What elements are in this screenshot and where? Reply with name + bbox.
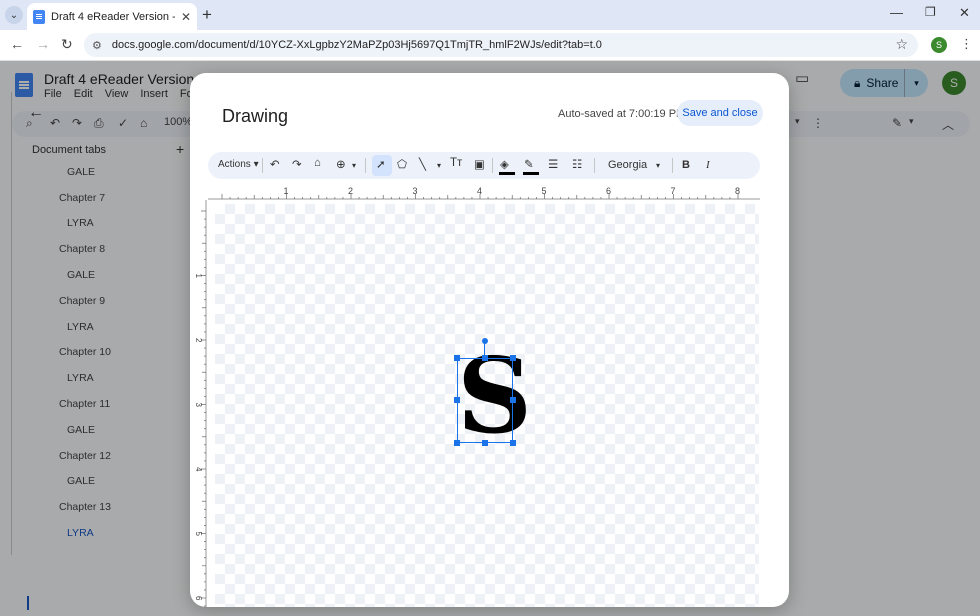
horizontal-ruler: 1 2 3 4 5 6 7 8 xyxy=(208,186,760,200)
save-and-close-button[interactable]: Save and close xyxy=(677,100,763,126)
italic-button[interactable]: I xyxy=(706,159,710,171)
bookmark-star-icon[interactable]: ☆ xyxy=(895,36,908,53)
line-chevron-icon[interactable]: ▾ xyxy=(437,161,441,170)
ruler-label: 3 xyxy=(194,403,203,408)
horizontal-ruler-svg: 1 2 3 4 5 6 7 8 xyxy=(208,186,760,200)
paint-format-icon[interactable]: ⌂ xyxy=(314,157,321,169)
new-tab-icon[interactable]: + xyxy=(202,5,212,25)
browser-tab[interactable]: Draft 4 eReader Version - Goog ✕ xyxy=(27,3,197,30)
ruler-label: 2 xyxy=(348,186,353,196)
image-icon[interactable]: ▣ xyxy=(474,157,485,171)
resize-handle-ne[interactable] xyxy=(510,355,516,361)
autosave-status: Auto-saved at 7:00:19 PM xyxy=(558,108,686,120)
url-text: docs.google.com/document/d/10YCZ-XxLgpbz… xyxy=(111,39,602,51)
undo-icon[interactable]: ↶ xyxy=(270,157,280,171)
actions-label: Actions xyxy=(218,159,251,170)
drawing-dialog: Drawing Auto-saved at 7:00:19 PM Save an… xyxy=(190,73,789,607)
window-close-icon[interactable]: ✕ xyxy=(959,5,970,21)
fill-color-swatch xyxy=(499,172,515,175)
actions-menu[interactable]: Actions ▾ xyxy=(218,159,259,170)
resize-handle-sw[interactable] xyxy=(454,440,460,446)
fill-color-icon[interactable]: ◈ xyxy=(500,157,509,171)
resize-handle-w[interactable] xyxy=(454,397,460,403)
resize-handle-s[interactable] xyxy=(482,440,488,446)
font-chevron-icon[interactable]: ▾ xyxy=(656,161,660,170)
toolbar-divider xyxy=(262,158,263,173)
minimize-icon[interactable]: — xyxy=(890,5,903,20)
ruler-label: 4 xyxy=(194,467,203,472)
toolbar-divider xyxy=(672,158,673,173)
tab-title: Draft 4 eReader Version - Goog xyxy=(51,10,175,23)
text-shape[interactable]: S xyxy=(454,338,532,448)
resize-handle-e[interactable] xyxy=(510,397,516,403)
site-info-icon[interactable]: ⚙ xyxy=(92,39,102,52)
toolbar-divider xyxy=(594,158,595,173)
line-icon[interactable]: ╲ xyxy=(419,157,426,171)
redo-icon[interactable]: ↷ xyxy=(292,157,302,171)
toolbar-divider xyxy=(365,158,366,173)
border-dash-icon[interactable]: ☷ xyxy=(572,157,582,171)
browser-profile-avatar[interactable]: S xyxy=(931,37,947,53)
docs-favicon-icon xyxy=(33,9,45,24)
selection-box xyxy=(457,358,513,443)
ruler-label: 1 xyxy=(194,274,203,279)
zoom-icon[interactable]: ⊕ xyxy=(336,157,346,171)
browser-menu-icon[interactable]: ⋮ xyxy=(960,36,973,52)
ruler-label: 5 xyxy=(542,186,547,196)
resize-handle-se[interactable] xyxy=(510,440,516,446)
ruler-label: 3 xyxy=(413,186,418,196)
cursor-icon: ➚ xyxy=(376,159,386,171)
drawing-toolbar: Actions ▾ ↶ ↷ ⌂ ⊕ ▾ ➚ ⬠ ╲ ▾ Tт ▣ ◈ ✎ ☰ ☷… xyxy=(208,152,760,179)
ruler-label: 4 xyxy=(477,186,482,196)
tab-search-icon[interactable]: ⌄ xyxy=(5,6,23,24)
border-weight-icon[interactable]: ☰ xyxy=(548,157,558,171)
border-color-icon[interactable]: ✎ xyxy=(524,157,534,171)
bold-button[interactable]: B xyxy=(682,159,690,171)
ruler-label: 8 xyxy=(735,186,740,196)
ruler-label: 7 xyxy=(671,186,676,196)
font-select[interactable]: Georgia xyxy=(608,159,647,171)
ruler-label: 6 xyxy=(194,596,203,601)
browser-tabstrip: ⌄ Draft 4 eReader Version - Goog ✕ + — ❐… xyxy=(0,0,980,30)
ruler-label: 2 xyxy=(194,338,203,343)
resize-handle-nw[interactable] xyxy=(454,355,460,361)
forward-icon[interactable]: → xyxy=(36,36,50,52)
ruler-label: 1 xyxy=(284,186,289,196)
vertical-ruler-svg: 1 2 3 4 5 6 xyxy=(194,200,207,607)
zoom-chevron-icon[interactable]: ▾ xyxy=(352,161,356,170)
reload-icon[interactable]: ↻ xyxy=(61,36,73,53)
restore-icon[interactable]: ❐ xyxy=(925,5,936,19)
close-icon[interactable]: ✕ xyxy=(181,10,191,24)
shape-icon[interactable]: ⬠ xyxy=(397,157,407,171)
resize-handle-n[interactable] xyxy=(482,355,488,361)
text-box-icon[interactable]: Tт xyxy=(450,157,462,169)
rotate-handle[interactable] xyxy=(482,338,488,344)
browser-navbar: ← → ↻ ⚙ docs.google.com/document/d/10YCZ… xyxy=(0,30,980,61)
vertical-ruler: 1 2 3 4 5 6 xyxy=(193,200,207,607)
address-bar[interactable]: ⚙ docs.google.com/document/d/10YCZ-XxLgp… xyxy=(84,33,918,57)
ruler-label: 6 xyxy=(606,186,611,196)
toolbar-divider xyxy=(492,158,493,173)
back-icon[interactable]: ← xyxy=(10,36,24,52)
border-color-swatch xyxy=(523,172,539,175)
ruler-label: 5 xyxy=(194,532,203,537)
dialog-title: Drawing xyxy=(222,106,289,126)
